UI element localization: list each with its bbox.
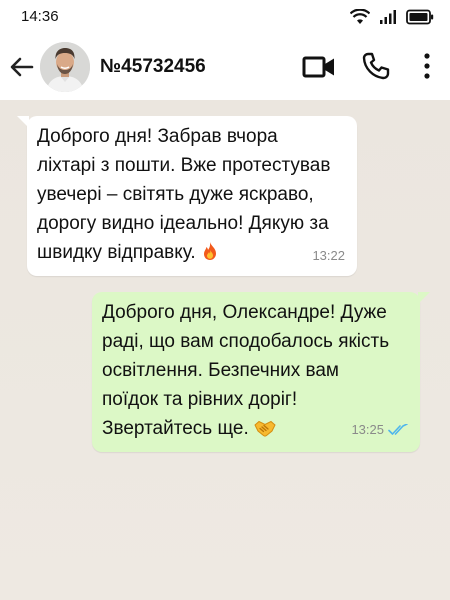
message-meta: 13:25 — [351, 415, 408, 444]
contact-name[interactable]: №45732456 — [100, 56, 206, 78]
message-text: Доброго дня! Забрав вчора ліхтарі з пошт… — [37, 122, 357, 270]
status-time: 14:36 — [21, 8, 59, 25]
double-check-icon — [388, 423, 408, 435]
outgoing-message[interactable]: Доброго дня, Олександре! Дуже раді, що в… — [92, 292, 430, 452]
avatar[interactable] — [40, 42, 90, 92]
status-icons — [350, 9, 434, 25]
video-camera-icon[interactable] — [302, 53, 336, 81]
chat-header: №45732456 — [0, 34, 450, 100]
arrow-left-icon[interactable] — [8, 53, 36, 81]
chat-area[interactable]: Доброго дня! Забрав вчора ліхтарі з пошт… — [0, 100, 450, 600]
avatar-photo — [40, 42, 90, 92]
battery-icon — [406, 9, 434, 25]
wifi-icon — [350, 9, 370, 24]
handshake-emoji — [254, 417, 276, 446]
message-time: 13:25 — [351, 422, 384, 437]
signal-icon — [380, 10, 396, 24]
more-vertical-icon[interactable] — [418, 51, 436, 81]
message-time: 13:22 — [312, 248, 345, 263]
phone-icon[interactable] — [361, 51, 391, 81]
incoming-message[interactable]: Доброго дня! Забрав вчора ліхтарі з пошт… — [17, 116, 357, 276]
status-bar: 14:36 — [0, 0, 450, 34]
fire-emoji — [201, 241, 219, 270]
